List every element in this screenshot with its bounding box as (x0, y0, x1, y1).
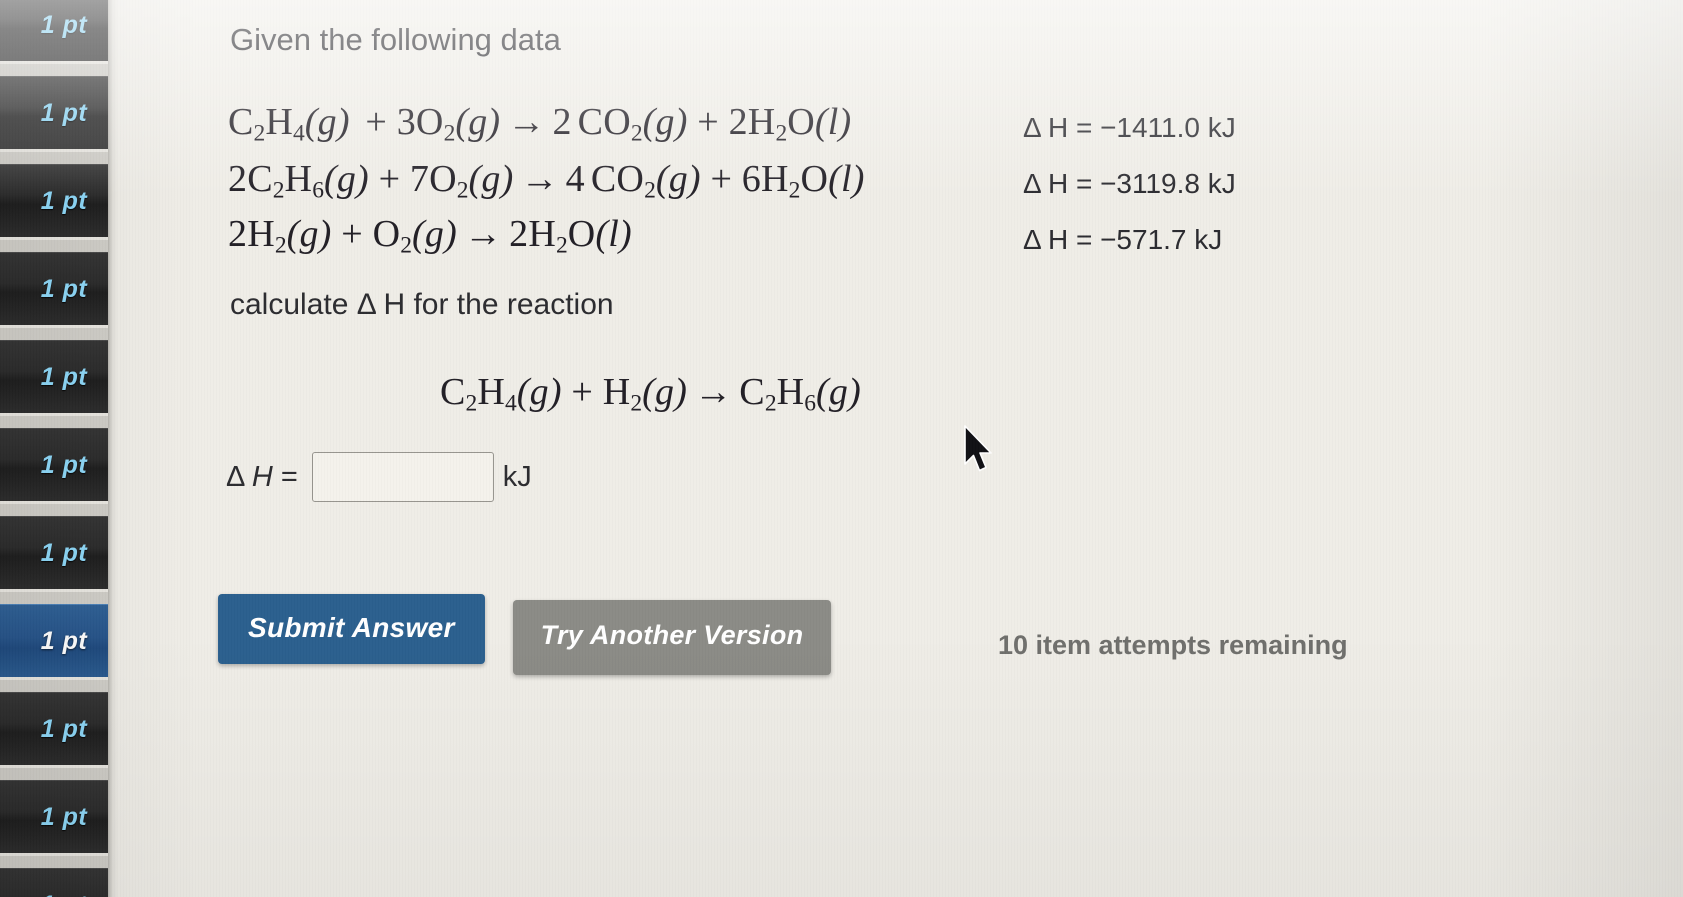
sidebar-point-tab-3[interactable]: 1 pt (0, 164, 112, 240)
enthalpy-value-1: Δ H = −1411.0 kJ (1023, 112, 1236, 143)
h-symbol: H (251, 460, 273, 493)
sidebar-point-tab-label: 1 pt (40, 626, 88, 655)
question-screen: 1 pt 1 pt 1 pt 1 pt 1 pt 1 pt 1 pt 1 pt 1 pt 1 pt… (0, 0, 1683, 897)
answer-units-label: kJ (502, 460, 532, 493)
sidebar-point-tab-label: 1 pt (40, 362, 88, 391)
enthalpy-answer-input[interactable] (311, 452, 494, 502)
sidebar-point-tab-label: 1 pt (40, 186, 88, 215)
sidebar-point-tab-label: 1 pt (40, 98, 88, 127)
sidebar-point-tab-label: 1 pt (40, 538, 88, 567)
submit-answer-button[interactable]: Submit Answer (218, 594, 485, 664)
sidebar-point-tab-4[interactable]: 1 pt (0, 252, 112, 328)
answer-label: Δ H = (226, 461, 298, 494)
prompt-calculate-instruction: calculate Δ H for the reaction (230, 288, 614, 321)
sidebar-point-tab-label: 1 pt (40, 450, 88, 479)
sidebar-point-tab-2[interactable]: 1 pt (0, 76, 112, 152)
enthalpy-value-3: Δ H = −571.7 kJ (1023, 224, 1223, 255)
target-reaction-equation: C2H4(g) + H2(g) → C2H6(g) (440, 371, 861, 417)
sidebar-point-tab-9[interactable]: 1 pt (0, 692, 112, 768)
sidebar-point-tab-11[interactable]: 1 pt (0, 868, 112, 897)
delta-symbol: Δ (226, 460, 244, 493)
equals-symbol: = (280, 460, 298, 493)
enthalpy-value-2: Δ H = −3119.8 kJ (1023, 168, 1236, 199)
prompt-given-data: Given the following data (230, 22, 561, 57)
sidebar-point-tab-label: 1 pt (41, 891, 87, 897)
sidebar-point-tab-label: 1 pt (40, 274, 88, 303)
equation-3: 2H2(g) + O2(g) → 2H2O(l) (228, 213, 632, 259)
sidebar-point-tab-1[interactable]: 1 pt (0, 0, 112, 64)
question-content: Given the following data C2H4(g) + 3O2(g… (118, 0, 1683, 897)
sidebar-point-tab-7[interactable]: 1 pt (0, 516, 112, 592)
attempts-remaining-text: 10 item attempts remaining (998, 630, 1348, 660)
equation-1: C2H4(g) + 3O2(g) → 2 CO2(g) + 2H2O(l) (228, 101, 852, 147)
equation-2: 2C2H6(g) + 7O2(g) → 4 CO2(g) + 6H2O(l) (228, 158, 865, 204)
sidebar-point-tab-label: 1 pt (40, 802, 88, 831)
sidebar-point-tab-8[interactable]: 1 pt (0, 604, 112, 680)
try-another-version-button[interactable]: Try Another Version (512, 600, 832, 675)
sidebar-point-tab-5[interactable]: 1 pt (0, 340, 112, 416)
sidebar-edge-divider (108, 0, 118, 897)
sidebar-point-tab-6[interactable]: 1 pt (0, 428, 112, 504)
points-sidebar: 1 pt 1 pt 1 pt 1 pt 1 pt 1 pt 1 pt 1 pt 1 pt 1 pt… (0, 0, 112, 897)
sidebar-point-tab-label: 1 pt (40, 10, 88, 39)
sidebar-point-tab-10[interactable]: 1 pt (0, 780, 112, 856)
sidebar-point-tab-label: 1 pt (40, 714, 88, 743)
action-button-row: Submit Answer Try Another Version (218, 594, 832, 675)
answer-row: Δ H = kJ (226, 452, 532, 502)
